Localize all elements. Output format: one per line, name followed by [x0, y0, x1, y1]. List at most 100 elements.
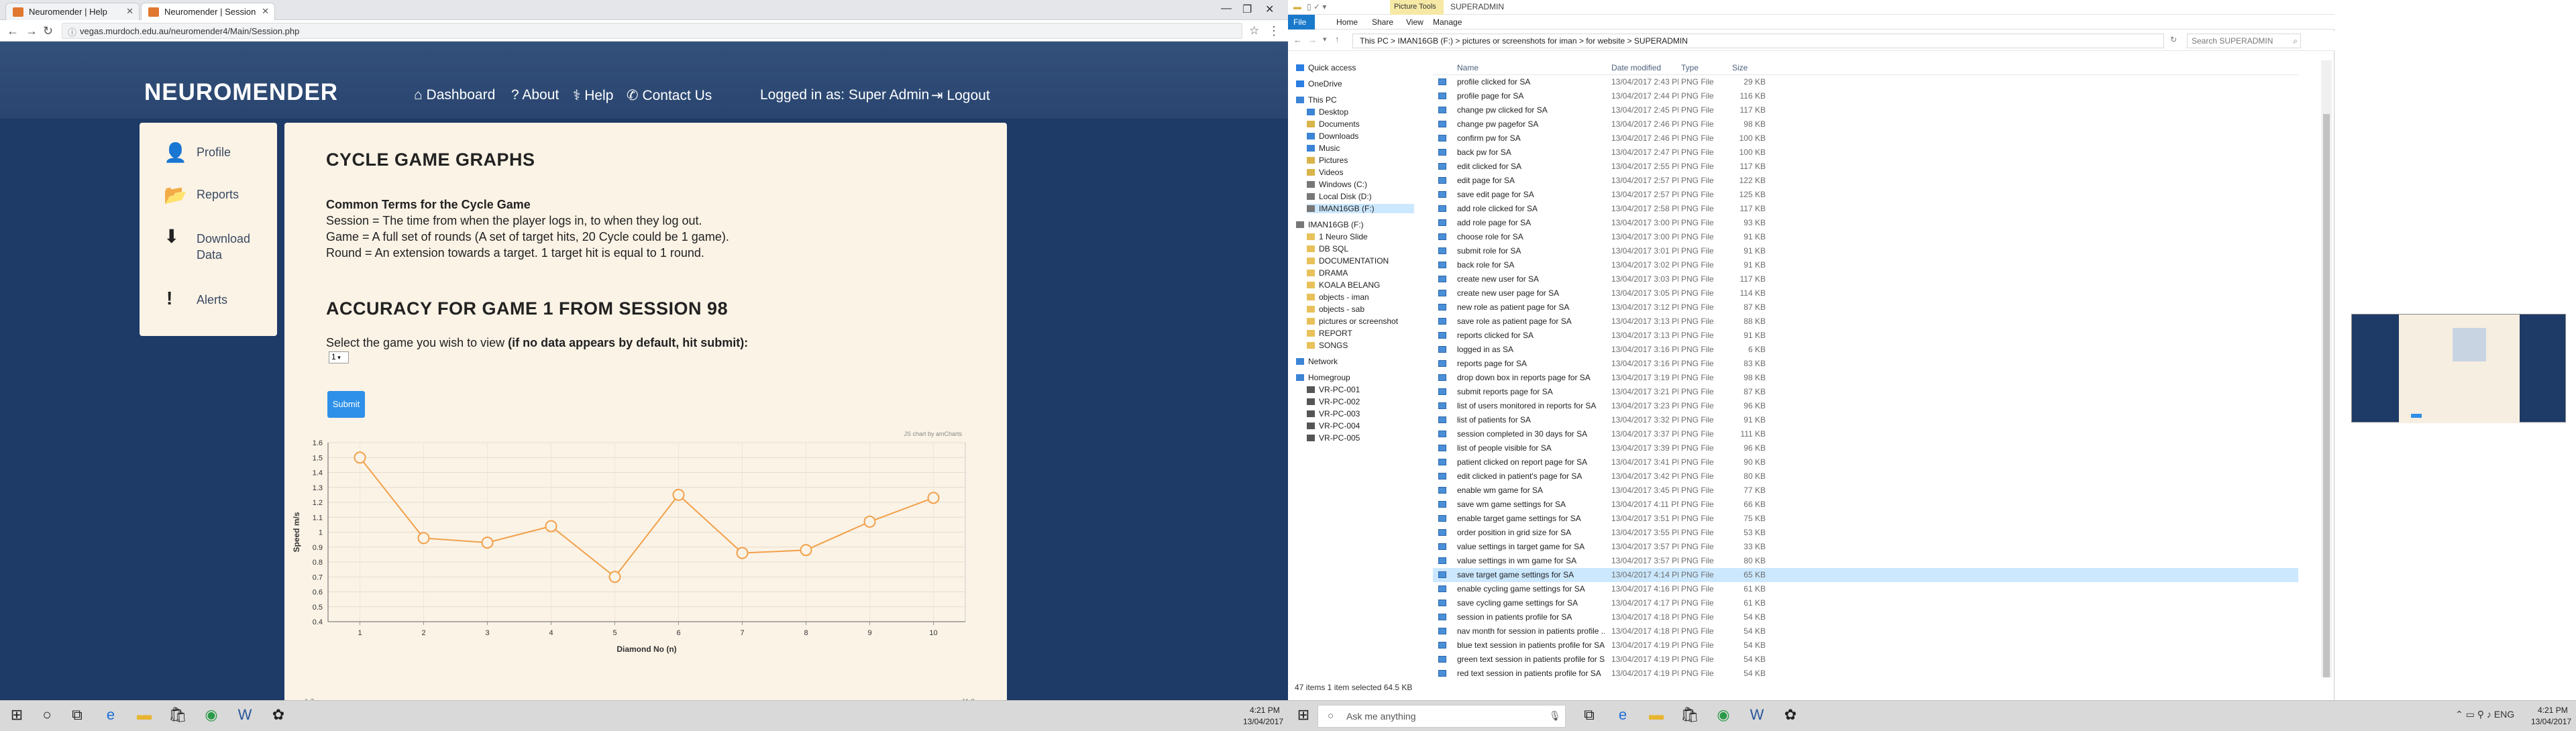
file-row[interactable]: reports page for SA 13/04/2017 3:16 PM PNG…: [1433, 357, 2298, 371]
file-row[interactable]: choose role for SA 13/04/2017 3:00 PM PNG …: [1433, 230, 2298, 244]
file-row[interactable]: back pw for SA 13/04/2017 2:47 PM PNG File…: [1433, 146, 2298, 160]
file-row[interactable]: change pw clicked for SA 13/04/2017 2:45 …: [1433, 103, 2298, 117]
data-point[interactable]: [800, 544, 812, 557]
file-explorer-icon[interactable]: ▬: [1646, 706, 1666, 726]
nav-item[interactable]: 1 Neuro Slide: [1307, 232, 1368, 241]
site-brand[interactable]: NEUROMENDER: [144, 79, 338, 106]
file-row[interactable]: new role as patient page for SA 13/04/201…: [1433, 300, 2298, 315]
file-row[interactable]: edit clicked in patient's page for SA 13/…: [1433, 469, 2298, 484]
ribbon-tab-share[interactable]: Share: [1372, 17, 1393, 27]
file-row[interactable]: list of people visible for SA 13/04/2017 …: [1433, 441, 2298, 455]
store-icon[interactable]: 🛍: [1680, 706, 1700, 726]
file-row[interactable]: edit clicked for SA 13/04/2017 2:55 PM PNG…: [1433, 160, 2298, 174]
nav-item[interactable]: Pictures: [1307, 156, 1348, 165]
file-row[interactable]: profile clicked for SA 13/04/2017 2:43 PM…: [1433, 75, 2298, 89]
nav-about[interactable]: ? About: [511, 87, 559, 103]
file-row[interactable]: list of patients for SA 13/04/2017 3:32 P…: [1433, 413, 2298, 427]
cortana-icon[interactable]: ○: [37, 706, 57, 726]
nav-item[interactable]: IMAN16GB (F:): [1307, 204, 1414, 213]
file-row[interactable]: profile page for SA 13/04/2017 2:44 PM PNG…: [1433, 89, 2298, 103]
task-view-icon[interactable]: ⧉: [67, 706, 87, 726]
column-date[interactable]: Date modified: [1611, 63, 1661, 72]
column-name[interactable]: Name: [1457, 63, 1479, 72]
ribbon-tab-manage[interactable]: Manage: [1433, 17, 1462, 27]
reload-icon[interactable]: ↻: [43, 24, 53, 38]
submit-button[interactable]: Submit: [327, 391, 365, 418]
file-row[interactable]: confirm pw for SA 13/04/2017 2:46 PM PNG F…: [1433, 131, 2298, 146]
back-arrow-icon[interactable]: ←: [1293, 35, 1302, 45]
browser-tab-help[interactable]: Neuromender | Help ✕: [5, 3, 140, 20]
microphone-icon[interactable]: 🎙: [1549, 710, 1561, 722]
file-row[interactable]: change pw pagefor SA 13/04/2017 2:46 PM PN…: [1433, 117, 2298, 131]
nav-item[interactable]: SONGS: [1307, 341, 1348, 350]
address-bar[interactable]: ⓘ vegas.murdoch.edu.au/neuromender4/Main…: [62, 23, 1242, 39]
nav-item[interactable]: VR-PC-001: [1307, 385, 1360, 394]
store-icon[interactable]: 🛍: [168, 706, 188, 726]
nav-item[interactable]: Videos: [1307, 168, 1343, 177]
file-row[interactable]: submit role for SA 13/04/2017 3:01 PM PNG …: [1433, 244, 2298, 258]
sidebar-item-download-data[interactable]: ⬇ Download Data: [140, 226, 277, 266]
nav-item[interactable]: VR-PC-003: [1307, 409, 1360, 418]
file-row[interactable]: enable cycling game settings for SA 13/04…: [1433, 582, 2298, 596]
nav-item[interactable]: IMAN16GB (F:): [1296, 220, 1364, 229]
file-row[interactable]: create new user for SA 13/04/2017 3:03 PM…: [1433, 272, 2298, 286]
edge-icon[interactable]: e: [1613, 706, 1633, 726]
nav-item[interactable]: Documents: [1307, 119, 1360, 129]
nav-dashboard[interactable]: ⌂ Dashboard: [414, 87, 495, 103]
nav-item[interactable]: Quick access: [1296, 63, 1356, 72]
forward-arrow-icon[interactable]: →: [1308, 35, 1317, 45]
explorer-address-bar[interactable]: This PC > IMAN16GB (F:) > pictures or sc…: [1352, 34, 2164, 48]
nav-item[interactable]: VR-PC-005: [1307, 433, 1360, 443]
data-point[interactable]: [863, 515, 876, 528]
task-view-icon[interactable]: ⧉: [1579, 706, 1599, 726]
close-icon[interactable]: ✕: [262, 6, 269, 17]
file-row[interactable]: save wm game settings for SA 13/04/2017 4…: [1433, 498, 2298, 512]
up-arrow-icon[interactable]: ↑: [1335, 34, 1340, 44]
vertical-scrollbar[interactable]: [2321, 60, 2332, 677]
nav-item[interactable]: pictures or screenshot: [1307, 317, 1398, 326]
sidebar-item-alerts[interactable]: ! Alerts: [140, 288, 277, 317]
file-row[interactable]: patient clicked on report page for SA 13/…: [1433, 455, 2298, 469]
sidebar-item-reports[interactable]: 📂 Reports: [140, 184, 277, 212]
minimize-button[interactable]: —: [1221, 3, 1232, 15]
file-row[interactable]: list of users monitored in reports for S…: [1433, 399, 2298, 413]
file-row[interactable]: save edit page for SA 13/04/2017 2:57 PM P…: [1433, 188, 2298, 202]
windows-start-icon[interactable]: ⊞: [1293, 706, 1313, 726]
file-row[interactable]: save role as patient page for SA 13/04/20…: [1433, 315, 2298, 329]
game-select[interactable]: 1 ▾: [329, 351, 349, 363]
nav-item[interactable]: This PC: [1296, 95, 1337, 105]
forward-arrow-icon[interactable]: →: [25, 24, 38, 38]
edge-icon[interactable]: e: [101, 706, 121, 726]
file-row[interactable]: session in patients profile for SA 13/04/…: [1433, 610, 2298, 624]
file-row[interactable]: green text session in patients profile f…: [1433, 653, 2298, 667]
menu-dots-icon[interactable]: ⋮: [1268, 24, 1280, 38]
file-explorer-icon[interactable]: ▬: [134, 706, 154, 726]
file-row[interactable]: create new user page for SA 13/04/2017 3:…: [1433, 286, 2298, 300]
back-arrow-icon[interactable]: ←: [7, 24, 19, 38]
breadcrumb-folder[interactable]: for website: [1586, 36, 1625, 46]
refresh-icon[interactable]: ↻: [2170, 35, 2177, 44]
breadcrumb-pc[interactable]: This PC: [1360, 36, 1389, 46]
data-point[interactable]: [927, 492, 940, 504]
image-preview-thumbnail[interactable]: [2351, 314, 2566, 423]
app-icon[interactable]: ✿: [1780, 706, 1801, 726]
file-row[interactable]: edit page for SA 13/04/2017 2:57 PM PNG Fi…: [1433, 174, 2298, 188]
data-point[interactable]: [608, 571, 621, 583]
nav-item[interactable]: Downloads: [1307, 131, 1358, 141]
file-row[interactable]: reports clicked for SA 13/04/2017 3:13 PM…: [1433, 329, 2298, 343]
nav-item[interactable]: Homegroup: [1296, 373, 1350, 382]
close-icon[interactable]: ✕: [126, 6, 133, 17]
nav-item[interactable]: OneDrive: [1296, 79, 1342, 89]
file-row[interactable]: value settings in wm game for SA 13/04/20…: [1433, 554, 2298, 568]
file-row[interactable]: session completed in 30 days for SA 13/04…: [1433, 427, 2298, 441]
file-row[interactable]: add role clicked for SA 13/04/2017 2:58 P…: [1433, 202, 2298, 216]
ribbon-tab-view[interactable]: View: [1406, 17, 1424, 27]
nav-item[interactable]: Windows (C:): [1307, 180, 1367, 189]
file-row[interactable]: enable target game settings for SA 13/04/…: [1433, 512, 2298, 526]
chrome-icon[interactable]: ◉: [201, 706, 221, 726]
quick-access-toolbar-icon[interactable]: ▯ ✓ ▾: [1307, 2, 1326, 11]
close-window-button[interactable]: ✕: [1265, 3, 1274, 16]
column-size[interactable]: Size: [1732, 63, 1748, 72]
nav-item[interactable]: VR-PC-004: [1307, 421, 1360, 431]
nav-item[interactable]: VR-PC-002: [1307, 397, 1360, 406]
